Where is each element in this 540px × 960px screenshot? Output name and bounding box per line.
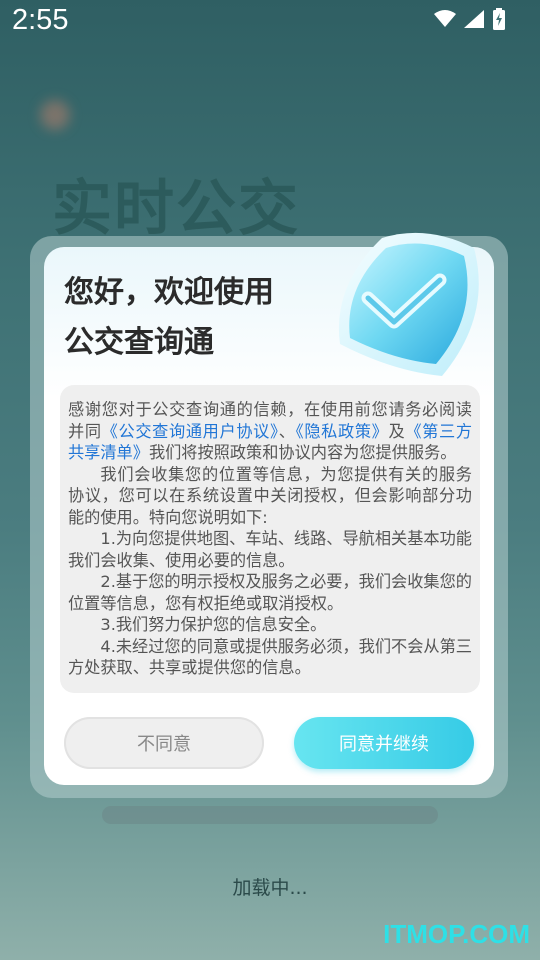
content-paragraph-6: 4.未经过您的同意或提供服务必须，我们不会从第三方处获取、共享或提供您的信息。 [68,636,472,678]
dialog-title-line2: 公交查询通 [64,325,214,360]
status-bar: 2:55 [0,0,540,46]
content-paragraph-2: 我们会收集您的位置等信息，为您提供有关的服务协议，您可以在系统设置中关闭授权，但… [68,464,472,527]
agree-continue-button[interactable]: 同意并继续 [294,717,474,769]
disagree-button[interactable]: 不同意 [64,717,264,769]
status-icons [434,8,506,30]
privacy-policy-link[interactable]: 《隐私政策》 [296,422,389,441]
loading-text: 加载中... [232,877,308,899]
background-title: 实时公交 [52,174,300,244]
status-time: 2:55 [12,4,69,36]
background-glow [40,100,70,130]
content-paragraph-1b: 我们将按照政策和协议内容为您提供服务。 [148,443,457,462]
user-agreement-link[interactable]: 《公交查询通用户协议》 [102,422,279,441]
dialog-title-line1: 您好，欢迎使用 [64,275,274,310]
battery-charging-icon [493,8,505,30]
background-progress-bar [102,806,438,824]
content-paragraph-3: 1.为向您提供地图、车站、线路、导航相关基本功能我们会收集、使用必要的信息。 [68,529,472,570]
content-paragraph-5: 3.我们努力保护您的信息安全。 [100,615,327,634]
shield-check-icon [338,232,479,376]
content-paragraph-4: 2.基于您的明示授权及服务之必要，我们会收集您的位置等信息，您有权拒绝或取消授权… [68,572,472,613]
agreement-text: 感谢您对于公交查询通的信赖，在使用前您请务必阅读并同《公交查询通用户协议》、《隐… [60,385,480,679]
content-separator: 、 [278,421,296,441]
signal-icon [464,10,484,28]
wifi-icon [434,10,456,27]
content-separator: 及 [388,421,406,441]
agreement-content-scroll[interactable]: 感谢您对于公交查询通的信赖，在使用前您请务必阅读并同《公交查询通用户协议》、《隐… [60,385,480,693]
watermark: ITMOP.COM [383,919,530,949]
